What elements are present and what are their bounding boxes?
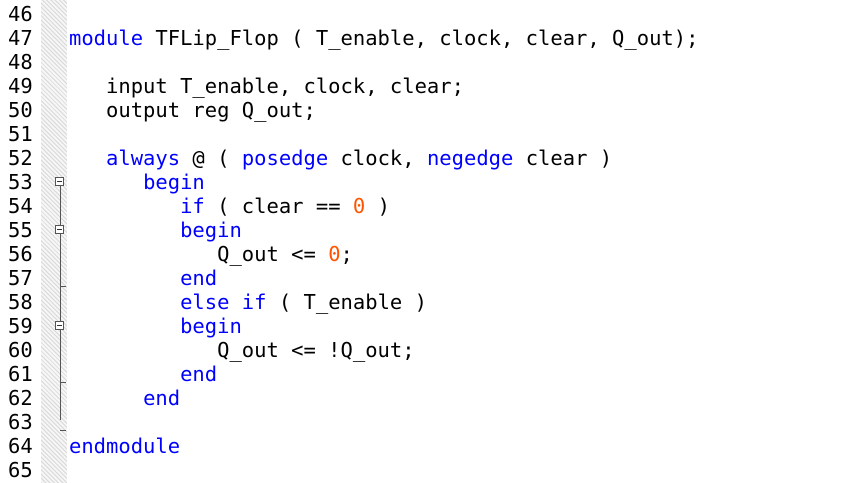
line-number: 54 bbox=[8, 194, 33, 218]
code-text[interactable]: begin bbox=[69, 314, 242, 338]
code-text[interactable]: Q_out <= !Q_out; bbox=[69, 338, 415, 362]
code-token: ) bbox=[365, 194, 390, 218]
code-line[interactable]: 61 end bbox=[0, 362, 845, 386]
line-number: 63 bbox=[8, 410, 33, 434]
keyword-token: always bbox=[106, 146, 181, 170]
keyword-token: module bbox=[69, 26, 144, 50]
fold-end-tick bbox=[60, 286, 66, 287]
keyword-token: begin bbox=[180, 218, 242, 242]
code-line[interactable]: 57 end bbox=[0, 266, 845, 290]
code-token: @ ( bbox=[180, 146, 242, 170]
code-token: TFLip_Flop ( T_enable, clock, clear, Q_o… bbox=[143, 26, 699, 50]
number-token: 0 bbox=[328, 242, 341, 266]
line-number: 57 bbox=[8, 266, 33, 290]
code-line[interactable]: 50 output reg Q_out; bbox=[0, 98, 845, 122]
code-token: output reg Q_out; bbox=[69, 98, 316, 122]
keyword-token: posedge bbox=[241, 146, 329, 170]
code-text[interactable]: module TFLip_Flop ( T_enable, clock, cle… bbox=[69, 26, 698, 50]
keyword-token: endmodule bbox=[69, 434, 181, 458]
code-token: clock, bbox=[328, 146, 427, 170]
collapse-box-icon[interactable] bbox=[55, 177, 64, 186]
line-number: 53 bbox=[8, 170, 33, 194]
code-line[interactable]: 63 bbox=[0, 410, 845, 434]
fold-end-tick bbox=[60, 382, 66, 383]
fold-end-tick bbox=[60, 430, 66, 431]
code-line[interactable]: 60 Q_out <= !Q_out; bbox=[0, 338, 845, 362]
code-text[interactable]: end bbox=[69, 386, 180, 410]
keyword-token: end bbox=[143, 386, 181, 410]
line-number: 51 bbox=[8, 122, 33, 146]
line-number: 64 bbox=[8, 434, 33, 458]
keyword-token: end bbox=[180, 266, 218, 290]
line-number: 56 bbox=[8, 242, 33, 266]
code-line[interactable]: 46 bbox=[0, 2, 845, 26]
line-number: 62 bbox=[8, 386, 33, 410]
code-line[interactable]: 51 bbox=[0, 122, 845, 146]
code-line[interactable]: 53 begin bbox=[0, 170, 845, 194]
collapse-box-icon[interactable] bbox=[55, 321, 64, 330]
collapse-box-icon[interactable] bbox=[55, 225, 64, 234]
code-token: clear ) bbox=[513, 146, 613, 170]
number-token: 0 bbox=[352, 194, 366, 218]
code-token: ; bbox=[340, 242, 353, 266]
code-token: Q_out <= !Q_out; bbox=[69, 338, 415, 362]
code-token: input T_enable, clock, clear; bbox=[69, 74, 464, 98]
line-number: 65 bbox=[8, 458, 33, 482]
code-line[interactable]: 65 bbox=[0, 458, 845, 482]
code-text[interactable]: output reg Q_out; bbox=[69, 98, 316, 122]
code-line[interactable]: 52 always @ ( posedge clock, negedge cle… bbox=[0, 146, 845, 170]
line-number: 58 bbox=[8, 290, 33, 314]
code-line[interactable]: 55 begin bbox=[0, 218, 845, 242]
code-token: ( clear == bbox=[204, 194, 353, 218]
code-line[interactable]: 56 Q_out <= 0; bbox=[0, 242, 845, 266]
line-number: 48 bbox=[8, 50, 33, 74]
code-line[interactable]: 54 if ( clear == 0 ) bbox=[0, 194, 845, 218]
code-editor[interactable]: 46 47 module TFLip_Flop ( T_enable, clock,… bbox=[0, 0, 845, 483]
line-number: 46 bbox=[8, 2, 33, 26]
code-token: Q_out <= bbox=[69, 242, 329, 266]
fold-guide-line bbox=[60, 182, 61, 420]
code-text[interactable]: begin bbox=[69, 218, 242, 242]
code-text[interactable]: end bbox=[69, 266, 217, 290]
line-number: 59 bbox=[8, 314, 33, 338]
code-line[interactable]: 62 end bbox=[0, 386, 845, 410]
keyword-token: begin bbox=[143, 170, 205, 194]
code-text[interactable]: input T_enable, clock, clear; bbox=[69, 74, 464, 98]
code-line[interactable]: 48 bbox=[0, 50, 845, 74]
code-line[interactable]: 64 endmodule bbox=[0, 434, 845, 458]
code-line[interactable]: 58 else if ( T_enable ) bbox=[0, 290, 845, 314]
line-number: 47 bbox=[8, 26, 33, 50]
code-text[interactable]: always @ ( posedge clock, negedge clear … bbox=[69, 146, 612, 170]
line-number: 52 bbox=[8, 146, 33, 170]
line-number: 60 bbox=[8, 338, 33, 362]
code-line[interactable]: 49 input T_enable, clock, clear; bbox=[0, 74, 845, 98]
line-number: 50 bbox=[8, 98, 33, 122]
code-text[interactable]: else if ( T_enable ) bbox=[69, 290, 427, 314]
line-number: 61 bbox=[8, 362, 33, 386]
code-token: ( T_enable ) bbox=[266, 290, 427, 314]
line-number: 49 bbox=[8, 74, 33, 98]
keyword-token: negedge bbox=[426, 146, 514, 170]
code-text[interactable]: end bbox=[69, 362, 217, 386]
keyword-token: begin bbox=[180, 314, 242, 338]
code-text[interactable]: Q_out <= 0; bbox=[69, 242, 353, 266]
keyword-token: end bbox=[180, 362, 218, 386]
code-text[interactable]: endmodule bbox=[69, 434, 180, 458]
keyword-token: if bbox=[180, 194, 205, 218]
code-line[interactable]: 59 begin bbox=[0, 314, 845, 338]
keyword-token: else if bbox=[180, 290, 267, 314]
line-number: 55 bbox=[8, 218, 33, 242]
code-line[interactable]: 47 module TFLip_Flop ( T_enable, clock, c… bbox=[0, 26, 845, 50]
code-text[interactable]: begin bbox=[69, 170, 205, 194]
code-text[interactable]: if ( clear == 0 ) bbox=[69, 194, 390, 218]
